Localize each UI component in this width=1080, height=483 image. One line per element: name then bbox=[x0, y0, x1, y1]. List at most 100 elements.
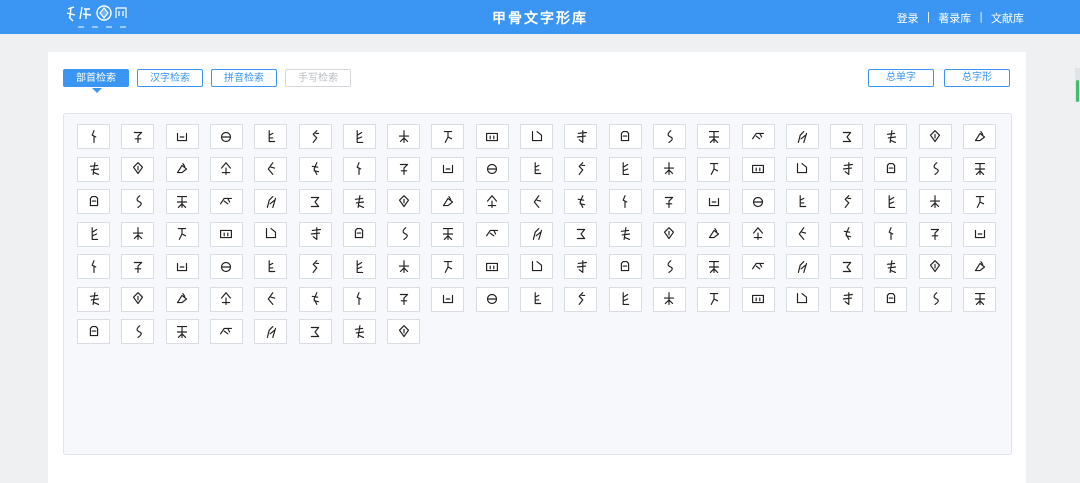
radical-cell[interactable] bbox=[520, 124, 553, 149]
radical-cell[interactable] bbox=[475, 221, 509, 247]
radical-cell[interactable] bbox=[298, 254, 332, 279]
radical-cell[interactable] bbox=[785, 124, 819, 149]
radical-cell[interactable] bbox=[963, 254, 996, 279]
radical-cell[interactable] bbox=[874, 189, 908, 214]
radical-cell[interactable] bbox=[209, 221, 243, 247]
radical-cell[interactable] bbox=[652, 254, 686, 279]
radical-cell[interactable] bbox=[254, 254, 288, 279]
radical-cell[interactable] bbox=[298, 189, 332, 214]
radical-cell[interactable] bbox=[785, 221, 819, 247]
radical-cell[interactable] bbox=[475, 124, 509, 149]
radical-cell[interactable] bbox=[77, 156, 110, 182]
radical-cell[interactable] bbox=[520, 254, 553, 279]
radical-cell[interactable] bbox=[475, 156, 509, 182]
radical-cell[interactable] bbox=[475, 254, 509, 279]
radical-cell[interactable] bbox=[165, 319, 199, 344]
radical-cell[interactable] bbox=[652, 124, 686, 149]
radical-cell[interactable] bbox=[874, 286, 908, 312]
radical-cell[interactable] bbox=[77, 319, 110, 344]
radical-cell[interactable] bbox=[874, 254, 908, 279]
radical-cell[interactable] bbox=[121, 124, 155, 149]
all-characters-button[interactable]: 总单字 bbox=[868, 69, 934, 87]
radical-cell[interactable] bbox=[298, 319, 332, 344]
radical-cell[interactable] bbox=[387, 124, 421, 149]
radical-cell[interactable] bbox=[652, 221, 686, 247]
radical-cell[interactable] bbox=[342, 124, 376, 149]
radical-cell[interactable] bbox=[342, 156, 376, 182]
radical-cell[interactable] bbox=[475, 189, 509, 214]
radical-cell[interactable] bbox=[608, 124, 642, 149]
radical-cell[interactable] bbox=[165, 189, 199, 214]
radical-cell[interactable] bbox=[608, 156, 642, 182]
radical-cell[interactable] bbox=[387, 189, 421, 214]
all-glyphs-button[interactable]: 总字形 bbox=[944, 69, 1010, 87]
radical-cell[interactable] bbox=[564, 156, 598, 182]
radical-cell[interactable] bbox=[254, 189, 288, 214]
radical-cell[interactable] bbox=[741, 124, 775, 149]
radical-cell[interactable] bbox=[77, 254, 110, 279]
radical-cell[interactable] bbox=[387, 319, 421, 344]
radical-cell[interactable] bbox=[209, 319, 243, 344]
radical-cell[interactable] bbox=[741, 254, 775, 279]
radical-cell[interactable] bbox=[165, 156, 199, 182]
radical-cell[interactable] bbox=[77, 221, 110, 247]
radical-cell[interactable] bbox=[77, 286, 110, 312]
radical-cell[interactable] bbox=[564, 189, 598, 214]
tab-radical-search[interactable]: 部首检索 bbox=[63, 69, 129, 93]
radical-cell[interactable] bbox=[918, 189, 952, 214]
radical-cell[interactable] bbox=[298, 124, 332, 149]
radical-cell[interactable] bbox=[475, 286, 509, 312]
radical-cell[interactable] bbox=[77, 124, 110, 149]
radical-cell[interactable] bbox=[918, 254, 952, 279]
radical-cell[interactable] bbox=[387, 286, 421, 312]
radical-cell[interactable] bbox=[652, 189, 686, 214]
radical-cell[interactable] bbox=[785, 189, 819, 214]
scrollbar-thumb[interactable] bbox=[1076, 80, 1079, 102]
radical-cell[interactable] bbox=[431, 221, 465, 247]
radical-cell[interactable] bbox=[874, 221, 908, 247]
radical-cell[interactable] bbox=[254, 286, 288, 312]
radical-cell[interactable] bbox=[830, 254, 864, 279]
radical-cell[interactable] bbox=[741, 221, 775, 247]
radical-cell[interactable] bbox=[608, 254, 642, 279]
radical-cell[interactable] bbox=[963, 221, 996, 247]
radical-cell[interactable] bbox=[697, 286, 731, 312]
radical-cell[interactable] bbox=[342, 221, 376, 247]
radical-cell[interactable] bbox=[121, 286, 155, 312]
literature-link[interactable]: 文献库 bbox=[991, 10, 1024, 26]
radical-cell[interactable] bbox=[121, 156, 155, 182]
radical-cell[interactable] bbox=[830, 286, 864, 312]
radical-cell[interactable] bbox=[830, 221, 864, 247]
radical-cell[interactable] bbox=[697, 156, 731, 182]
radical-cell[interactable] bbox=[697, 221, 731, 247]
radical-cell[interactable] bbox=[697, 124, 731, 149]
radical-cell[interactable] bbox=[830, 189, 864, 214]
radical-cell[interactable] bbox=[741, 156, 775, 182]
radical-cell[interactable] bbox=[608, 189, 642, 214]
radical-cell[interactable] bbox=[520, 286, 553, 312]
radical-cell[interactable] bbox=[564, 254, 598, 279]
radical-cell[interactable] bbox=[209, 124, 243, 149]
radical-cell[interactable] bbox=[209, 254, 243, 279]
radical-cell[interactable] bbox=[918, 124, 952, 149]
radical-cell[interactable] bbox=[121, 189, 155, 214]
radical-cell[interactable] bbox=[77, 189, 110, 214]
radical-cell[interactable] bbox=[431, 189, 465, 214]
radical-cell[interactable] bbox=[564, 221, 598, 247]
radical-cell[interactable] bbox=[342, 189, 376, 214]
radical-cell[interactable] bbox=[697, 254, 731, 279]
tab-handwriting-search[interactable]: 手写检索 bbox=[285, 69, 351, 87]
radical-cell[interactable] bbox=[342, 254, 376, 279]
radical-cell[interactable] bbox=[741, 286, 775, 312]
catalog-link[interactable]: 著录库 bbox=[938, 10, 971, 26]
radical-cell[interactable] bbox=[431, 286, 465, 312]
radical-cell[interactable] bbox=[342, 286, 376, 312]
radical-cell[interactable] bbox=[608, 221, 642, 247]
radical-cell[interactable] bbox=[387, 221, 421, 247]
radical-cell[interactable] bbox=[520, 221, 553, 247]
radical-cell[interactable] bbox=[387, 254, 421, 279]
radical-cell[interactable] bbox=[520, 156, 553, 182]
radical-cell[interactable] bbox=[963, 124, 996, 149]
radical-cell[interactable] bbox=[254, 319, 288, 344]
radical-cell[interactable] bbox=[785, 156, 819, 182]
